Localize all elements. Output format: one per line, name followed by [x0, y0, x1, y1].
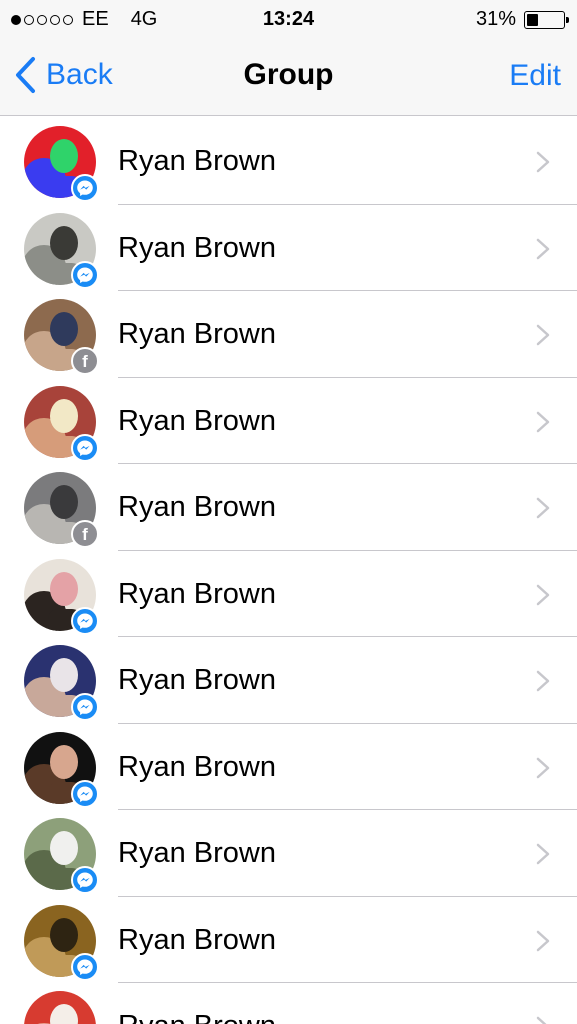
battery-percent: 31% — [475, 8, 516, 30]
member-name: Ryan Brown — [118, 1010, 276, 1024]
member-row[interactable]: Ryan Brown — [0, 810, 577, 897]
member-name: Ryan Brown — [118, 750, 276, 783]
member-row[interactable]: Ryan Brown — [0, 724, 577, 811]
messenger-icon — [71, 866, 99, 894]
messenger-bolt-glyph — [77, 786, 93, 802]
messenger-icon — [71, 606, 99, 635]
chevron-right-icon — [536, 238, 550, 259]
member-row[interactable]: Ryan Brown — [0, 983, 577, 1024]
navigation-bar: Back Group Edit — [0, 38, 577, 116]
messenger-icon — [71, 433, 99, 462]
facebook-f-glyph: f — [82, 525, 88, 544]
status-bar: EE 4G 13:24 31% — [0, 0, 577, 38]
avatar — [24, 991, 96, 1024]
member-name: Ryan Brown — [118, 231, 276, 264]
battery-fill — [527, 13, 538, 26]
edit-button[interactable]: Edit — [509, 59, 561, 93]
member-name: Ryan Brown — [118, 404, 276, 437]
chevron-right-icon — [536, 757, 550, 778]
messenger-bolt-glyph — [77, 613, 93, 629]
member-row[interactable]: Ryan Brown — [0, 378, 577, 465]
messenger-icon — [71, 952, 99, 981]
chevron-right-icon — [536, 584, 550, 605]
messenger-icon — [71, 779, 99, 808]
messenger-bolt-glyph — [77, 180, 93, 196]
chevron-right-icon — [536, 324, 550, 346]
messenger-bolt-glyph — [77, 872, 93, 888]
chevron-right-icon — [536, 670, 550, 692]
messenger-icon — [71, 693, 99, 721]
member-list: Ryan Brown Ryan Brown f Ryan Brown Ryan … — [0, 118, 577, 1024]
member-name: Ryan Brown — [118, 837, 276, 869]
messenger-bolt-glyph — [77, 959, 93, 975]
member-row[interactable]: f Ryan Brown — [0, 291, 577, 378]
member-row[interactable]: Ryan Brown — [0, 637, 577, 724]
member-row[interactable]: Ryan Brown — [0, 897, 577, 984]
facebook-f-glyph: f — [82, 352, 88, 371]
chevron-right-icon — [536, 151, 550, 173]
messenger-bolt-glyph — [77, 440, 93, 456]
member-row[interactable]: Ryan Brown — [0, 551, 577, 638]
member-row[interactable]: Ryan Brown — [0, 118, 577, 205]
member-name: Ryan Brown — [118, 664, 276, 696]
chevron-right-icon — [536, 411, 550, 432]
messenger-icon — [71, 260, 99, 289]
page-title: Group — [243, 58, 334, 91]
chevron-right-icon — [536, 1016, 547, 1024]
chevron-right-icon — [536, 930, 550, 951]
member-row[interactable]: f Ryan Brown — [0, 464, 577, 551]
member-name: Ryan Brown — [118, 145, 276, 177]
member-name: Ryan Brown — [118, 318, 276, 350]
chevron-right-icon — [536, 497, 550, 519]
member-row[interactable]: Ryan Brown — [0, 205, 577, 292]
messenger-bolt-glyph — [77, 267, 93, 283]
messenger-icon — [71, 174, 99, 202]
status-right: 31% — [475, 8, 569, 31]
messenger-bolt-glyph — [77, 699, 93, 715]
chevron-right-icon — [536, 843, 550, 865]
member-name: Ryan Brown — [118, 491, 276, 523]
member-name: Ryan Brown — [118, 577, 276, 610]
battery-icon — [524, 10, 569, 29]
facebook-icon: f — [71, 520, 99, 548]
member-name: Ryan Brown — [118, 923, 276, 956]
facebook-icon: f — [71, 347, 99, 375]
